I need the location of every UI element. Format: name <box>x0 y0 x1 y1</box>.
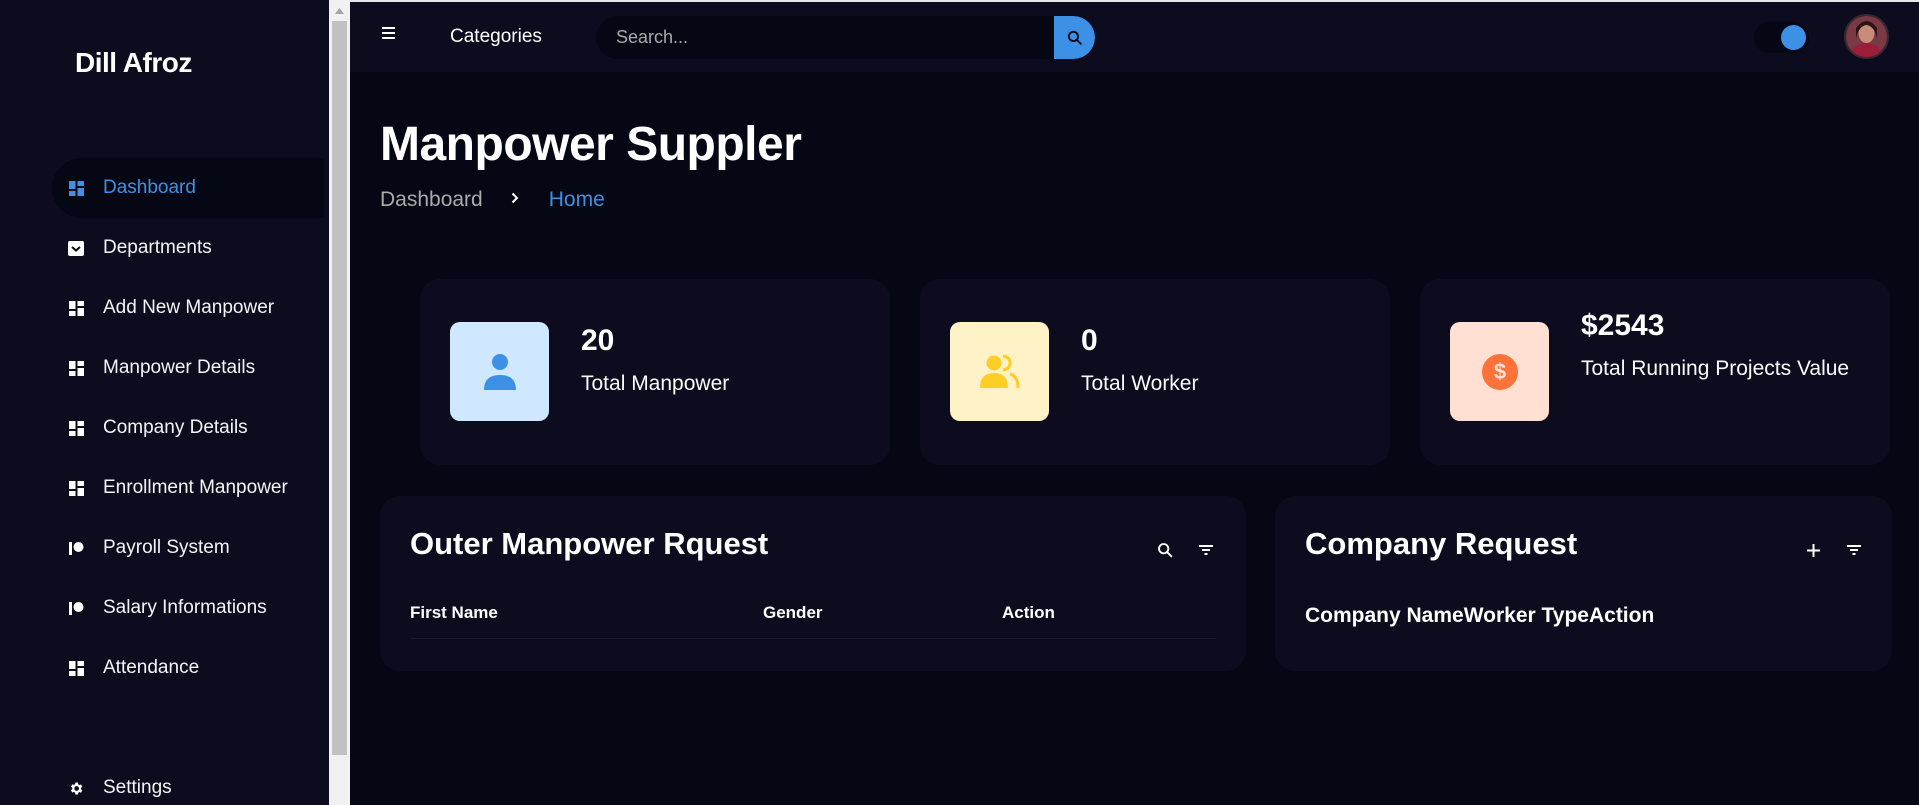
filter-icon[interactable] <box>1842 538 1866 562</box>
company-request-panel: Company Request Company NameWorker TypeA… <box>1275 496 1892 671</box>
filter-icon[interactable] <box>1194 538 1218 562</box>
column-header-first-name[interactable]: First Name <box>410 603 498 623</box>
avatar[interactable] <box>1844 14 1889 59</box>
brand-name[interactable]: Dill Afroz <box>75 47 192 79</box>
stat-card-total-manpower: 20 Total Manpower <box>420 279 890 465</box>
sidebar-item-label: Departments <box>103 237 212 258</box>
search-input[interactable] <box>596 16 1054 59</box>
sidebar-item-company-details[interactable]: Company Details <box>52 398 324 458</box>
search-icon <box>1067 30 1082 45</box>
dashboard-icon <box>68 660 84 676</box>
company-request-column-headers: Company NameWorker TypeAction <box>1305 604 1655 627</box>
sidebar-item-enrollment-manpower[interactable]: Enrollment Manpower <box>52 458 324 518</box>
breadcrumb-home[interactable]: Home <box>549 188 605 212</box>
sidebar-item-salary-informations[interactable]: Salary Informations <box>52 578 324 638</box>
column-header-gender[interactable]: Gender <box>763 603 823 623</box>
stat-label: Total Manpower <box>581 372 730 395</box>
stat-value: 0 <box>1081 324 1098 357</box>
sidebar-item-label: Settings <box>103 777 172 798</box>
sidebar-item-add-new-manpower[interactable]: Add New Manpower <box>52 278 324 338</box>
plus-icon[interactable] <box>1801 538 1825 562</box>
panel-tools <box>1136 538 1218 562</box>
chevron-right-icon <box>511 191 519 209</box>
stat-label: Total Worker <box>1081 372 1199 395</box>
scroll-up-arrow-icon[interactable] <box>329 0 350 21</box>
search-icon[interactable] <box>1153 538 1177 562</box>
stat-label: Total Running Projects Value <box>1581 357 1850 380</box>
toggle-knob <box>1781 25 1806 50</box>
sidebar-menu: Dashboard Departments Add New Manpower M… <box>52 158 324 698</box>
patreon-icon <box>68 600 84 616</box>
panel-title: Company Request <box>1305 526 1578 561</box>
stat-card-total-running-projects-value: $ $2543 Total Running Projects Value <box>1420 279 1890 465</box>
gear-icon <box>68 780 84 796</box>
sidebar-item-payroll-system[interactable]: Payroll System <box>52 518 324 578</box>
menu-toggle-icon[interactable] <box>382 27 398 41</box>
sidebar-item-label: Add New Manpower <box>103 297 275 318</box>
group-icon <box>950 322 1049 421</box>
column-header-action[interactable]: Action <box>1002 603 1055 623</box>
sidebar-item-settings[interactable]: Settings <box>52 758 324 805</box>
sidebar-item-label: Attendance <box>103 657 200 678</box>
breadcrumb-dashboard[interactable]: Dashboard <box>380 188 483 212</box>
dark-mode-toggle[interactable] <box>1754 22 1809 53</box>
outer-manpower-request-panel: Outer Manpower Rquest First Name Gender … <box>380 496 1246 671</box>
sidebar-item-label: Enrollment Manpower <box>103 477 288 498</box>
dashboard-icon <box>68 420 84 436</box>
panel-title: Outer Manpower Rquest <box>410 526 769 561</box>
page-title: Manpower Suppler <box>380 118 802 171</box>
sidebar-item-manpower-details[interactable]: Manpower Details <box>52 338 324 398</box>
categories-link[interactable]: Categories <box>450 26 542 48</box>
table-divider <box>410 638 1216 639</box>
sidebar-item-dashboard[interactable]: Dashboard <box>52 158 324 218</box>
sidebar-item-departments[interactable]: Departments <box>52 218 324 278</box>
sidebar-settings: Settings <box>52 758 324 805</box>
app: Dill Afroz Dashboard Departments Add New… <box>0 0 1919 805</box>
svg-text:$: $ <box>1493 359 1505 384</box>
dashboard-icon <box>68 180 84 196</box>
topbar <box>350 0 1919 72</box>
sidebar-item-label: Dashboard <box>103 177 196 198</box>
panel-tools <box>1784 538 1866 562</box>
inbox-icon <box>68 240 84 256</box>
dashboard-icon <box>68 360 84 376</box>
stat-value: 20 <box>581 324 615 357</box>
search-button[interactable] <box>1054 16 1095 59</box>
dashboard-icon <box>68 480 84 496</box>
search-form <box>596 16 1095 59</box>
dashboard-icon <box>68 300 84 316</box>
stat-value: $2543 <box>1581 309 1665 342</box>
sidebar-item-label: Payroll System <box>103 537 230 558</box>
user-icon <box>450 322 549 421</box>
patreon-icon <box>68 540 84 556</box>
sidebar-item-label: Manpower Details <box>103 357 256 378</box>
sidebar-item-attendance[interactable]: Attendance <box>52 638 324 698</box>
breadcrumb: Dashboard Home <box>380 188 605 212</box>
dollar-circle-icon: $ <box>1450 322 1549 421</box>
sidebar: Dill Afroz Dashboard Departments Add New… <box>0 0 329 805</box>
topbar-border <box>350 0 1919 2</box>
stat-card-total-worker: 0 Total Worker <box>920 279 1390 465</box>
sidebar-scrollbar[interactable] <box>329 0 350 805</box>
scrollbar-thumb[interactable] <box>332 21 347 755</box>
sidebar-item-label: Company Details <box>103 417 248 438</box>
sidebar-item-label: Salary Informations <box>103 597 267 618</box>
